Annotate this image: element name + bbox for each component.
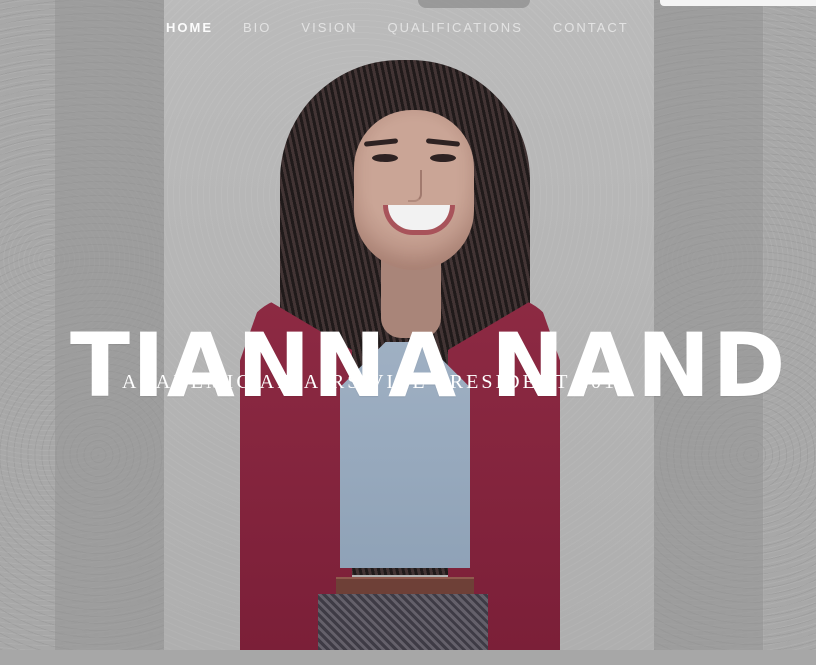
nose — [408, 170, 422, 202]
nav-contact-link[interactable]: CONTACT — [553, 20, 629, 35]
top-handle — [418, 0, 530, 8]
hero-page: HOME BIO VISION QUALIFICATIONS CONTACT T… — [0, 0, 816, 665]
page-subtitle: ACADEMIC AFFAIRS VICE PRESIDENT 2016 — [122, 371, 631, 393]
left-eye — [372, 154, 398, 162]
right-eye — [430, 154, 456, 162]
page-title: TIANNA NAND — [70, 313, 788, 417]
bottom-strip — [0, 650, 816, 665]
nav-vision-link[interactable]: VISION — [301, 20, 357, 35]
skirt — [318, 594, 488, 650]
nav-bio-link[interactable]: BIO — [243, 20, 271, 35]
nav-home-link[interactable]: HOME — [166, 20, 213, 35]
top-corner-panel — [660, 0, 816, 6]
nav-qualifications-link[interactable]: QUALIFICATIONS — [387, 20, 522, 35]
primary-navigation: HOME BIO VISION QUALIFICATIONS CONTACT — [166, 20, 629, 35]
